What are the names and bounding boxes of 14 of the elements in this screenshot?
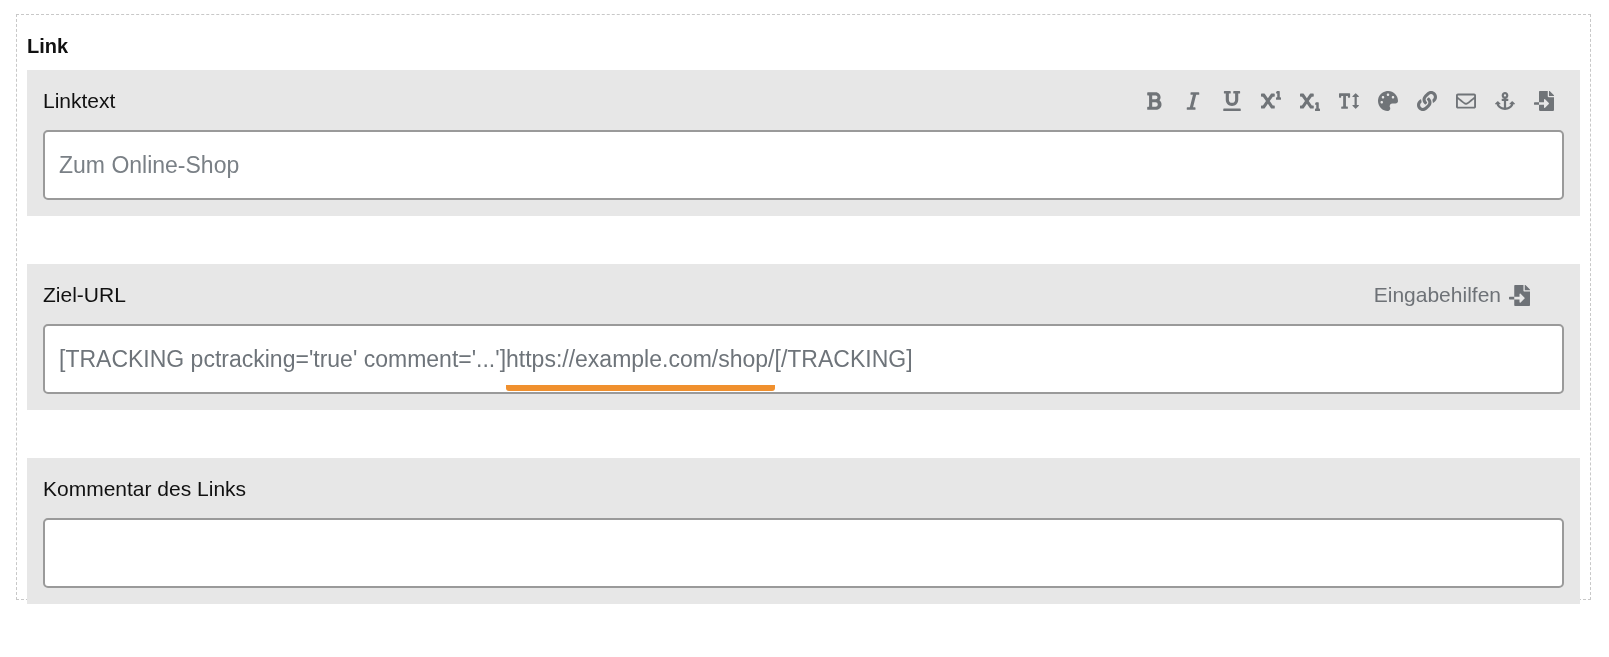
underline-icon[interactable]	[1220, 89, 1244, 113]
import-icon	[1509, 284, 1530, 306]
section-title: Link	[27, 35, 70, 58]
helper-button[interactable]: Eingabehilfen	[1373, 283, 1530, 307]
field-label: Ziel-URL	[43, 283, 126, 307]
text-field[interactable]: Zum Online-Shop	[43, 130, 1564, 200]
url-field[interactable]: [TRACKING pctracking='true' comment='...']https://example.com/shop/[/TRACKING]	[43, 324, 1564, 394]
text-field[interactable]	[43, 518, 1564, 588]
field-label: Linktext	[43, 89, 116, 113]
import-icon[interactable]	[1532, 89, 1556, 113]
link-icon[interactable]	[1415, 89, 1439, 113]
field-label: Kommentar des Links	[43, 477, 247, 501]
anchor-icon[interactable]	[1493, 89, 1517, 113]
palette-icon[interactable]	[1376, 89, 1400, 113]
